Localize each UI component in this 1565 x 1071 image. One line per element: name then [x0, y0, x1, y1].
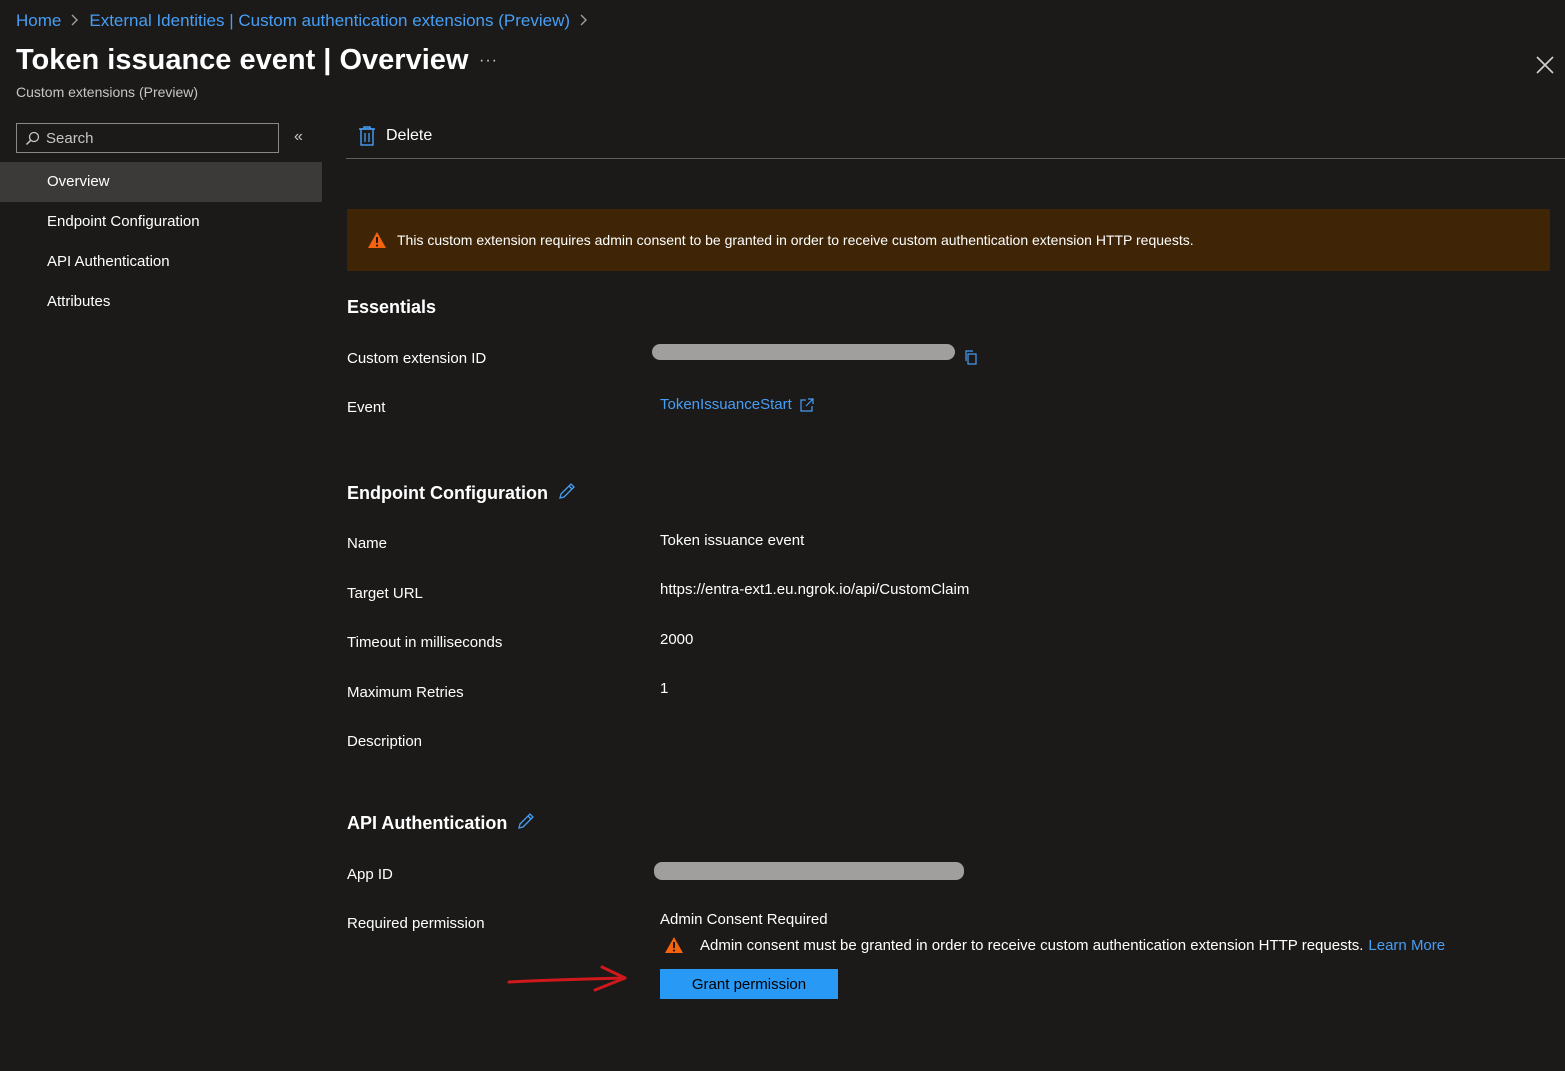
breadcrumb-home-link[interactable]: Home	[16, 11, 61, 31]
sidebar-item-api-authentication[interactable]: API Authentication	[0, 242, 322, 282]
edit-endpoint-button[interactable]	[558, 482, 576, 505]
copy-icon	[965, 350, 977, 365]
event-link[interactable]: TokenIssuanceStart	[660, 396, 814, 413]
redacted-custom-extension-id	[652, 344, 955, 360]
name-value: Token issuance event	[660, 532, 805, 549]
search-input[interactable]	[46, 129, 266, 147]
page-subtitle: Custom extensions (Preview)	[16, 84, 199, 100]
custom-extension-id-label: Custom extension ID	[347, 350, 487, 367]
edit-api-authentication-button[interactable]	[517, 812, 535, 835]
admin-consent-status: Admin Consent Required	[660, 911, 828, 928]
essentials-heading: Essentials	[347, 297, 437, 317]
name-label: Name	[347, 535, 388, 552]
chevron-right-icon	[71, 13, 79, 29]
trash-icon	[359, 126, 375, 146]
event-label: Event	[347, 399, 386, 416]
endpoint-configuration-heading: Endpoint Configuration	[347, 482, 576, 505]
learn-more-link[interactable]: Learn More	[1368, 937, 1445, 954]
command-bar: Delete	[346, 118, 1565, 159]
copy-button[interactable]	[964, 350, 978, 370]
external-link-icon	[800, 397, 814, 412]
breadcrumb-parent-link[interactable]: External Identities | Custom authenticat…	[89, 11, 570, 31]
target-url-label: Target URL	[347, 585, 423, 602]
endpoint-configuration-heading-text: Endpoint Configuration	[347, 483, 548, 503]
admin-consent-warning-banner: This custom extension requires admin con…	[347, 209, 1550, 271]
target-url-value: https://entra-ext1.eu.ngrok.io/api/Custo…	[660, 581, 970, 598]
maximum-retries-label: Maximum Retries	[347, 684, 464, 701]
collapse-sidebar-button[interactable]: «	[294, 128, 303, 146]
grant-permission-button[interactable]: Grant permission	[660, 969, 838, 999]
more-options-button[interactable]: ···	[479, 52, 498, 70]
description-label: Description	[347, 733, 423, 750]
banner-text: This custom extension requires admin con…	[397, 232, 1194, 248]
maximum-retries-value: 1	[660, 680, 669, 697]
required-permission-label: Required permission	[347, 915, 485, 932]
sidebar-nav: Overview Endpoint Configuration API Auth…	[0, 162, 322, 322]
sidebar-item-overview[interactable]: Overview	[0, 162, 322, 202]
pencil-icon	[518, 813, 535, 829]
timeout-value: 2000	[660, 631, 694, 648]
sidebar-search[interactable]	[16, 123, 279, 153]
api-authentication-heading-text: API Authentication	[347, 813, 508, 833]
consent-warning-text: Admin consent must be granted in order t…	[700, 936, 1364, 954]
app-id-label: App ID	[347, 866, 393, 883]
sidebar-item-attributes[interactable]: Attributes	[0, 282, 322, 322]
breadcrumb: Home External Identities | Custom authen…	[16, 11, 598, 31]
search-icon	[25, 131, 40, 145]
sidebar-item-endpoint-configuration[interactable]: Endpoint Configuration	[0, 202, 322, 242]
red-arrow-annotation-icon	[507, 965, 627, 992]
redacted-app-id	[654, 862, 964, 880]
api-authentication-heading: API Authentication	[347, 812, 535, 835]
timeout-label: Timeout in milliseconds	[347, 634, 503, 651]
delete-button[interactable]: Delete	[358, 125, 432, 147]
warning-icon	[665, 937, 683, 953]
page-title-resource: Token issuance event	[16, 44, 316, 76]
pencil-icon	[559, 483, 575, 499]
warning-icon	[368, 232, 386, 248]
close-icon	[1536, 56, 1554, 74]
page-title: Token issuance event | Overview	[16, 44, 468, 77]
event-value[interactable]: TokenIssuanceStart	[660, 396, 792, 413]
consent-warning: Admin consent must be granted in order t…	[664, 936, 1445, 954]
delete-label: Delete	[386, 127, 433, 144]
chevron-right-icon	[580, 13, 588, 29]
page-title-blade: | Overview	[315, 44, 469, 76]
close-button[interactable]	[1534, 54, 1556, 76]
